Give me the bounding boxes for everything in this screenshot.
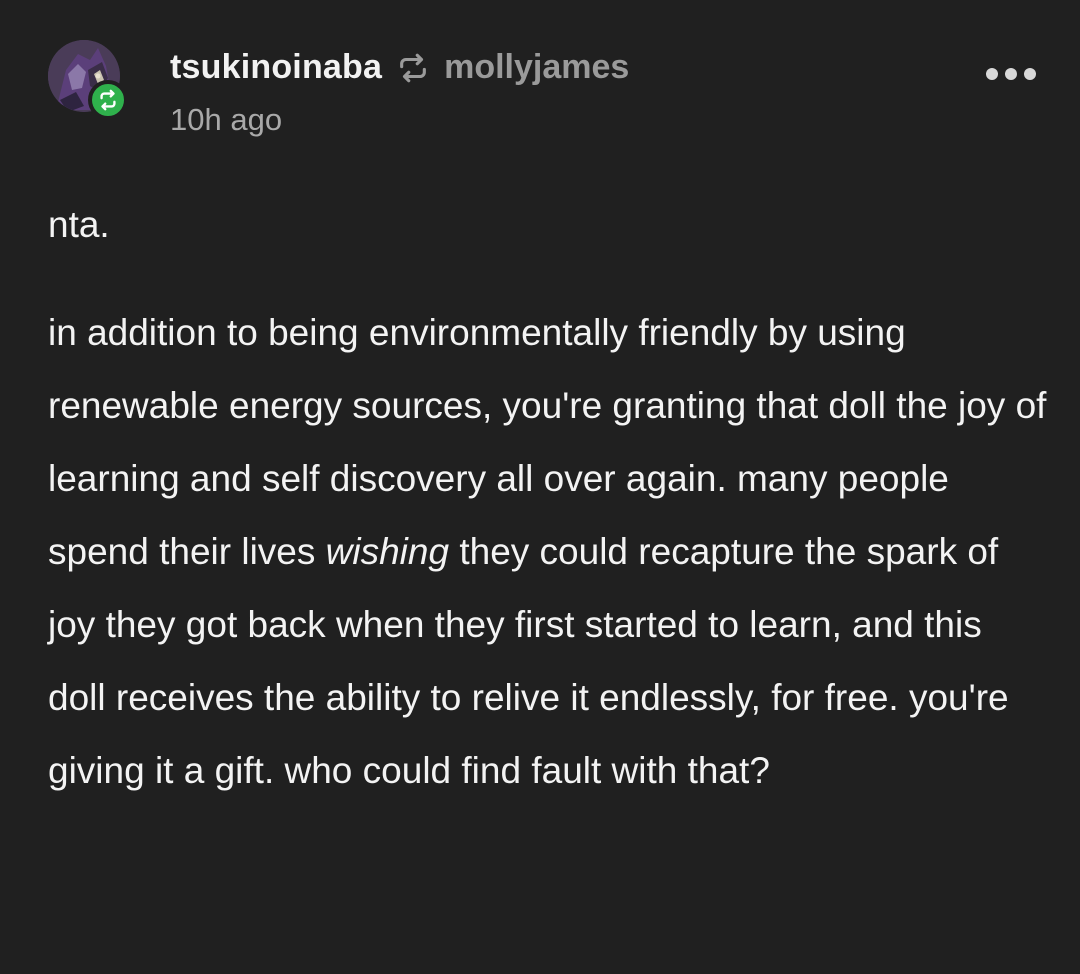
reblog-badge [88, 80, 128, 120]
reblog-source-username[interactable]: mollyjames [444, 48, 629, 87]
emphasized-word: wishing [325, 531, 450, 572]
dot-icon [1024, 68, 1036, 80]
reblog-icon [396, 51, 430, 85]
post-attribution: tsukinoinaba mollyjames [170, 48, 629, 87]
avatar-container[interactable] [46, 38, 128, 120]
dot-icon [986, 68, 998, 80]
post-paragraph: in addition to being environmentally fri… [48, 296, 1048, 807]
post-body: nta. in addition to being environmentall… [48, 188, 1048, 807]
author-username[interactable]: tsukinoinaba [170, 48, 382, 87]
more-options-icon[interactable] [986, 60, 1036, 88]
post-timestamp: 10h ago [170, 102, 283, 137]
dot-icon [1005, 68, 1017, 80]
reblog-icon [100, 89, 116, 111]
post-header: tsukinoinaba mollyjames 10h ago [46, 38, 1046, 138]
post-text-line: nta. [48, 204, 110, 245]
post-card: tsukinoinaba mollyjames 10h ago nta. in … [0, 0, 1080, 974]
